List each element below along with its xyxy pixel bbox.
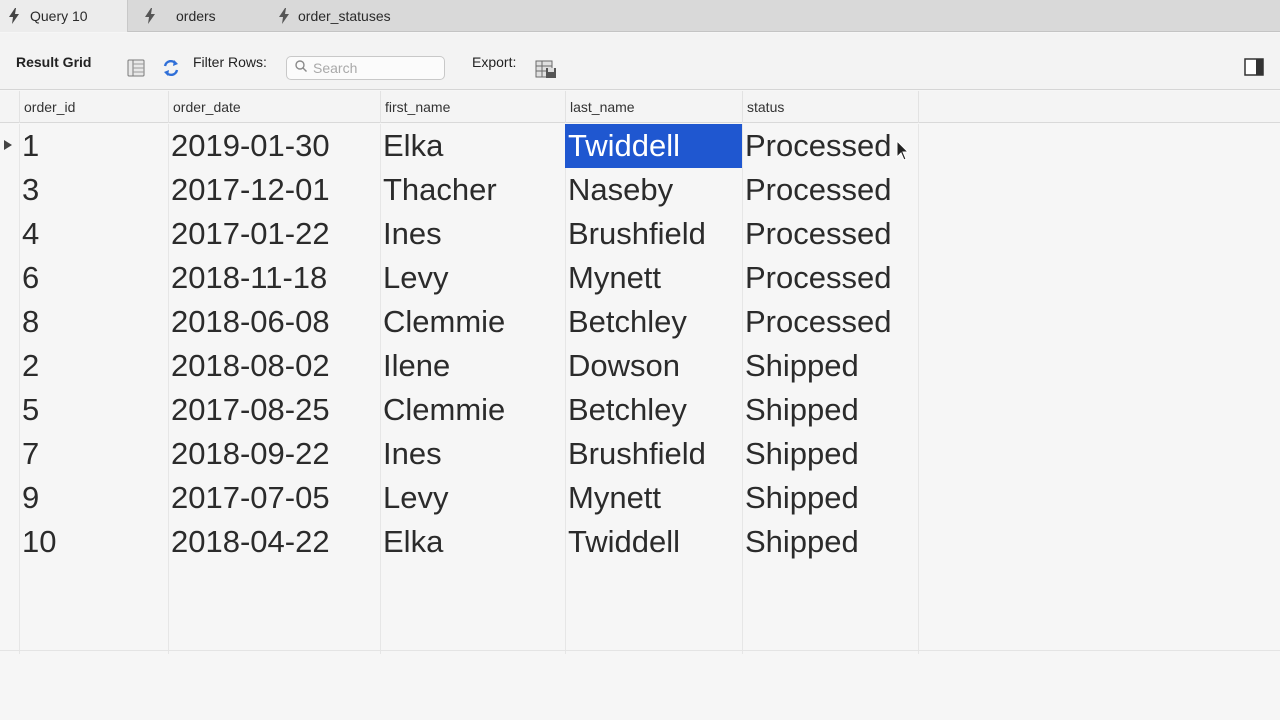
filter-rows-label: Filter Rows: <box>193 53 267 70</box>
export-icon[interactable] <box>533 58 559 80</box>
table-row[interactable]: 2 2018-08-02 Ilene Dowson Shipped <box>0 344 1280 388</box>
table-row[interactable]: 5 2017-08-25 Clemmie Betchley Shipped <box>0 388 1280 432</box>
cell-first-name[interactable]: Elka <box>380 124 565 168</box>
cell-last-name[interactable]: Twiddell <box>565 520 742 564</box>
tab-label: orders <box>176 8 216 24</box>
table-row[interactable]: 10 2018-04-22 Elka Twiddell Shipped <box>0 520 1280 564</box>
result-toolbar: Result Grid Filter Rows: Export: <box>0 33 1280 90</box>
cell-order-date[interactable]: 2018-04-22 <box>168 520 380 564</box>
filter-search-box[interactable] <box>286 56 445 80</box>
tab-label: Query 10 <box>30 8 88 24</box>
column-header-order-id[interactable]: order_id <box>19 91 169 123</box>
tab-orders[interactable]: orders <box>140 0 260 32</box>
cell-order-date[interactable]: 2018-09-22 <box>168 432 380 476</box>
table-row[interactable]: 6 2018-11-18 Levy Mynett Processed <box>0 256 1280 300</box>
cell-last-name[interactable]: Betchley <box>565 300 742 344</box>
cell-order-id[interactable]: 2 <box>19 344 168 388</box>
table-row[interactable]: 7 2018-09-22 Ines Brushfield Shipped <box>0 432 1280 476</box>
cell-order-id[interactable]: 8 <box>19 300 168 344</box>
grid-header: order_id order_date first_name last_name… <box>0 91 1280 123</box>
form-editor-icon[interactable] <box>126 58 146 78</box>
result-grid-label[interactable]: Result Grid <box>16 33 91 90</box>
cell-order-id[interactable]: 1 <box>19 124 168 168</box>
tab-query-10[interactable]: Query 10 <box>0 0 128 32</box>
cell-order-date[interactable]: 2018-06-08 <box>168 300 380 344</box>
cell-status[interactable]: Shipped <box>742 388 918 432</box>
lightning-icon <box>144 8 158 24</box>
column-header-order-date[interactable]: order_date <box>168 91 380 123</box>
table-row[interactable]: 8 2018-06-08 Clemmie Betchley Processed <box>0 300 1280 344</box>
cell-status[interactable]: Shipped <box>742 476 918 520</box>
cell-status[interactable]: Shipped <box>742 344 918 388</box>
cell-first-name[interactable]: Ilene <box>380 344 565 388</box>
cell-status[interactable]: Processed <box>742 168 918 212</box>
cell-status[interactable]: Shipped <box>742 520 918 564</box>
cell-order-date[interactable]: 2019-01-30 <box>168 124 380 168</box>
column-header-first-name[interactable]: first_name <box>380 91 566 123</box>
cell-status[interactable]: Processed <box>742 124 918 168</box>
table-row[interactable]: 4 2017-01-22 Ines Brushfield Processed <box>0 212 1280 256</box>
table-row[interactable]: 9 2017-07-05 Levy Mynett Shipped <box>0 476 1280 520</box>
cell-order-id[interactable]: 9 <box>19 476 168 520</box>
cell-order-date[interactable]: 2018-08-02 <box>168 344 380 388</box>
cell-last-name[interactable]: Betchley <box>565 388 742 432</box>
cell-status[interactable]: Processed <box>742 256 918 300</box>
cell-order-id[interactable]: 6 <box>19 256 168 300</box>
cell-last-name[interactable]: Brushfield <box>565 432 742 476</box>
cell-first-name[interactable]: Elka <box>380 520 565 564</box>
tab-order-statuses[interactable]: order_statuses <box>274 0 454 32</box>
current-row-indicator-icon <box>4 140 12 150</box>
cell-first-name[interactable]: Thacher <box>380 168 565 212</box>
column-header-status[interactable]: status <box>742 91 918 123</box>
cell-status[interactable]: Processed <box>742 212 918 256</box>
cell-order-date[interactable]: 2017-01-22 <box>168 212 380 256</box>
cell-order-date[interactable]: 2017-07-05 <box>168 476 380 520</box>
cell-order-date[interactable]: 2017-12-01 <box>168 168 380 212</box>
cell-order-id[interactable]: 3 <box>19 168 168 212</box>
column-header-last-name[interactable]: last_name <box>565 91 743 123</box>
cell-status[interactable]: Processed <box>742 300 918 344</box>
search-icon <box>295 59 307 77</box>
cell-first-name[interactable]: Clemmie <box>380 388 565 432</box>
cell-first-name[interactable]: Clemmie <box>380 300 565 344</box>
table-row[interactable]: 3 2017-12-01 Thacher Naseby Processed <box>0 168 1280 212</box>
cell-order-date[interactable]: 2017-08-25 <box>168 388 380 432</box>
cell-first-name[interactable]: Levy <box>380 476 565 520</box>
cell-first-name[interactable]: Ines <box>380 432 565 476</box>
cell-order-id[interactable]: 4 <box>19 212 168 256</box>
tab-label: order_statuses <box>298 8 391 24</box>
cell-last-name[interactable]: Mynett <box>565 256 742 300</box>
lightning-icon <box>8 8 22 24</box>
cell-order-id[interactable]: 7 <box>19 432 168 476</box>
cell-last-name[interactable]: Dowson <box>565 344 742 388</box>
cell-last-name[interactable]: Mynett <box>565 476 742 520</box>
cell-order-id[interactable]: 5 <box>19 388 168 432</box>
cell-first-name[interactable]: Levy <box>380 256 565 300</box>
cell-last-name[interactable]: Twiddell <box>565 124 742 168</box>
column-divider <box>918 91 920 123</box>
cell-last-name[interactable]: Brushfield <box>565 212 742 256</box>
search-input[interactable] <box>313 60 443 76</box>
grid-bottom-divider <box>0 650 1280 651</box>
toggle-sidebar-icon[interactable] <box>1244 58 1264 76</box>
tab-bar: Query 10 orders order_statuses <box>0 0 1280 43</box>
cell-order-id[interactable]: 10 <box>19 520 168 564</box>
lightning-icon <box>278 8 292 24</box>
cell-status[interactable]: Shipped <box>742 432 918 476</box>
cell-first-name[interactable]: Ines <box>380 212 565 256</box>
export-label: Export: <box>472 53 517 70</box>
cell-last-name[interactable]: Naseby <box>565 168 742 212</box>
result-grid: 1 2019-01-30 Elka Twiddell Processed 3 2017-12… <box>0 124 1280 654</box>
cell-order-date[interactable]: 2018-11-18 <box>168 256 380 300</box>
refresh-icon[interactable] <box>160 57 182 79</box>
mouse-cursor-icon <box>896 139 910 167</box>
table-row[interactable]: 1 2019-01-30 Elka Twiddell Processed <box>0 124 1280 168</box>
